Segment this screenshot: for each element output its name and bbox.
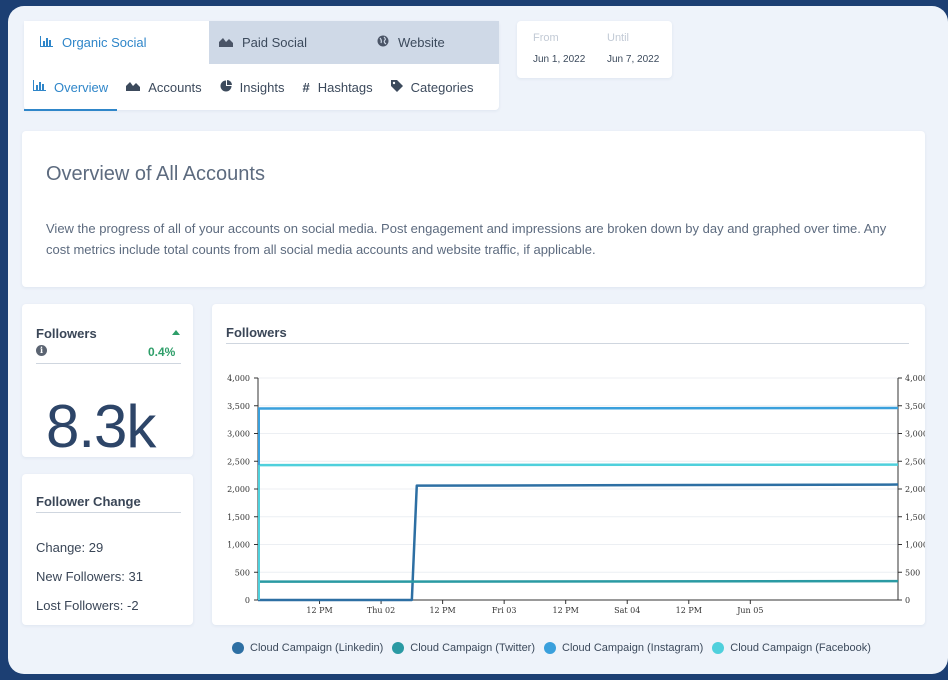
- legend-label: Cloud Campaign (Linkedin): [250, 642, 384, 654]
- globe-icon: [377, 35, 389, 50]
- x-tick-label: 12 PM: [676, 606, 702, 615]
- tag-icon: [390, 79, 403, 95]
- y-tick-label: 0: [245, 596, 250, 605]
- y-tick-label-right: 4,000: [905, 374, 925, 383]
- legend-item-twitter[interactable]: Cloud Campaign (Twitter): [392, 642, 535, 654]
- change-stat: Change: 29: [36, 540, 104, 555]
- y-tick-label-right: 1,500: [905, 513, 925, 522]
- area-chart-icon: [126, 80, 141, 94]
- y-tick-label-right: 2,000: [905, 485, 925, 494]
- legend-label: Cloud Campaign (Twitter): [410, 642, 536, 654]
- pie-chart-icon: [220, 79, 232, 95]
- y-tick-label: 3,500: [227, 402, 250, 411]
- tab-label: Insights: [239, 79, 285, 95]
- legend-swatch: [544, 642, 557, 654]
- divider: [36, 512, 181, 513]
- followers-metric-card: Followers i 0.4% 8.3k: [22, 304, 193, 460]
- tab-label: Website: [398, 35, 445, 50]
- series-line-4: [257, 463, 899, 467]
- followers-value: 8.3k: [46, 393, 156, 460]
- page-title: Overview of All Accounts: [46, 163, 265, 185]
- date-from-label: From: [533, 32, 559, 44]
- hashtag-icon: #: [302, 79, 310, 95]
- tab-categories[interactable]: Categories: [382, 64, 483, 110]
- new-followers-stat: New Followers: 31: [36, 569, 143, 584]
- tab-overview[interactable]: Overview: [24, 64, 118, 111]
- tab-insights[interactable]: Insights: [211, 64, 294, 110]
- followers-chart-card: Followers 005005001,0001,0001,5001,5002,…: [212, 304, 925, 625]
- legend-item-instagram[interactable]: Cloud Campaign (Instagram): [544, 642, 703, 654]
- y-tick-label-right: 3,000: [905, 430, 925, 439]
- view-tabs: Overview Accounts Insights # Hashtags Ca…: [24, 64, 499, 111]
- x-tick-label: 12 PM: [553, 606, 579, 615]
- divider: [36, 363, 181, 364]
- y-tick-label: 4,000: [227, 374, 250, 383]
- date-until-value: Jun 7, 2022: [607, 54, 660, 65]
- chart-legend: Cloud Campaign (Linkedin) Cloud Campaign…: [232, 640, 880, 656]
- date-range-picker[interactable]: From Jun 1, 2022 Until Jun 7, 2022: [517, 21, 672, 78]
- overview-card: Overview of All Accounts View the progre…: [22, 131, 925, 287]
- legend-label: Cloud Campaign (Instagram): [562, 642, 704, 654]
- y-tick-label: 3,000: [227, 430, 250, 439]
- legend-swatch: [712, 642, 725, 654]
- tab-label: Accounts: [148, 79, 202, 95]
- legend-item-linkedin[interactable]: Cloud Campaign (Linkedin): [232, 642, 383, 654]
- trend-up-icon: [172, 330, 180, 335]
- series-line-3: [257, 406, 899, 410]
- x-tick-label: Jun 05: [736, 606, 763, 615]
- date-until[interactable]: Until Jun 7, 2022: [607, 32, 659, 65]
- bar-chart-icon: [40, 35, 53, 50]
- follower-change-title: Follower Change: [36, 494, 141, 509]
- x-tick-label: Fri 03: [492, 606, 517, 615]
- follower-change-card: Follower Change Change: 29 New Followers…: [22, 474, 193, 625]
- date-from[interactable]: From Jun 1, 2022: [533, 32, 585, 65]
- tabs-card: Organic Social Paid Social Website Overv…: [24, 21, 499, 111]
- date-from-value: Jun 1, 2022: [533, 54, 586, 65]
- tab-label: Overview: [54, 79, 109, 95]
- legend-swatch: [232, 642, 244, 654]
- y-tick-label: 2,500: [227, 457, 250, 466]
- tab-hashtags[interactable]: # Hashtags: [293, 64, 381, 110]
- y-tick-label: 1,000: [227, 541, 250, 550]
- x-tick-label: Sat 04: [614, 606, 640, 615]
- x-tick-label: 12 PM: [429, 606, 455, 615]
- tab-label: Organic Social: [62, 35, 147, 50]
- x-tick-label: 12 PM: [306, 606, 332, 615]
- source-tabs: Organic Social Paid Social Website: [24, 21, 499, 64]
- tab-label: Paid Social: [242, 35, 308, 50]
- tab-website[interactable]: Website: [362, 21, 499, 64]
- series-line-2: [257, 579, 899, 583]
- y-tick-label-right: 500: [905, 568, 920, 577]
- followers-line-chart: 0 0 500 500 1,000 1,000 1,500 1,500 2,000 2,000 2,…: [227, 374, 925, 615]
- y-tick-label: 500: [235, 568, 250, 577]
- lost-followers-stat: Lost Followers: -2: [36, 598, 139, 613]
- legend-swatch: [392, 642, 405, 654]
- tab-organic-social[interactable]: Organic Social: [24, 21, 209, 64]
- followers-change-pct: 0.4%: [148, 345, 176, 359]
- y-tick-label-right: 3,500: [905, 402, 925, 411]
- info-icon[interactable]: i: [36, 345, 47, 356]
- tab-label: Categories: [410, 79, 474, 95]
- y-tick-label-right: 0: [905, 596, 910, 605]
- y-tick-label-right: 2,500: [905, 457, 925, 466]
- area-chart-icon: [219, 36, 233, 50]
- y-tick-label: 2,000: [227, 485, 250, 494]
- date-until-label: Until: [607, 32, 630, 44]
- tab-label: Hashtags: [317, 79, 373, 95]
- tab-paid-social[interactable]: Paid Social: [209, 21, 362, 64]
- legend-label: Cloud Campaign (Facebook): [730, 642, 871, 654]
- bar-chart-icon: [33, 80, 46, 94]
- y-tick-label-right: 1,000: [905, 541, 925, 550]
- legend-item-facebook[interactable]: Cloud Campaign (Facebook): [712, 642, 871, 654]
- overview-description: View the progress of all of your account…: [46, 221, 887, 257]
- x-tick-label: Thu 02: [367, 606, 395, 615]
- y-tick-label: 1,500: [227, 513, 250, 522]
- followers-title: Followers: [36, 326, 97, 341]
- tab-accounts[interactable]: Accounts: [117, 64, 210, 110]
